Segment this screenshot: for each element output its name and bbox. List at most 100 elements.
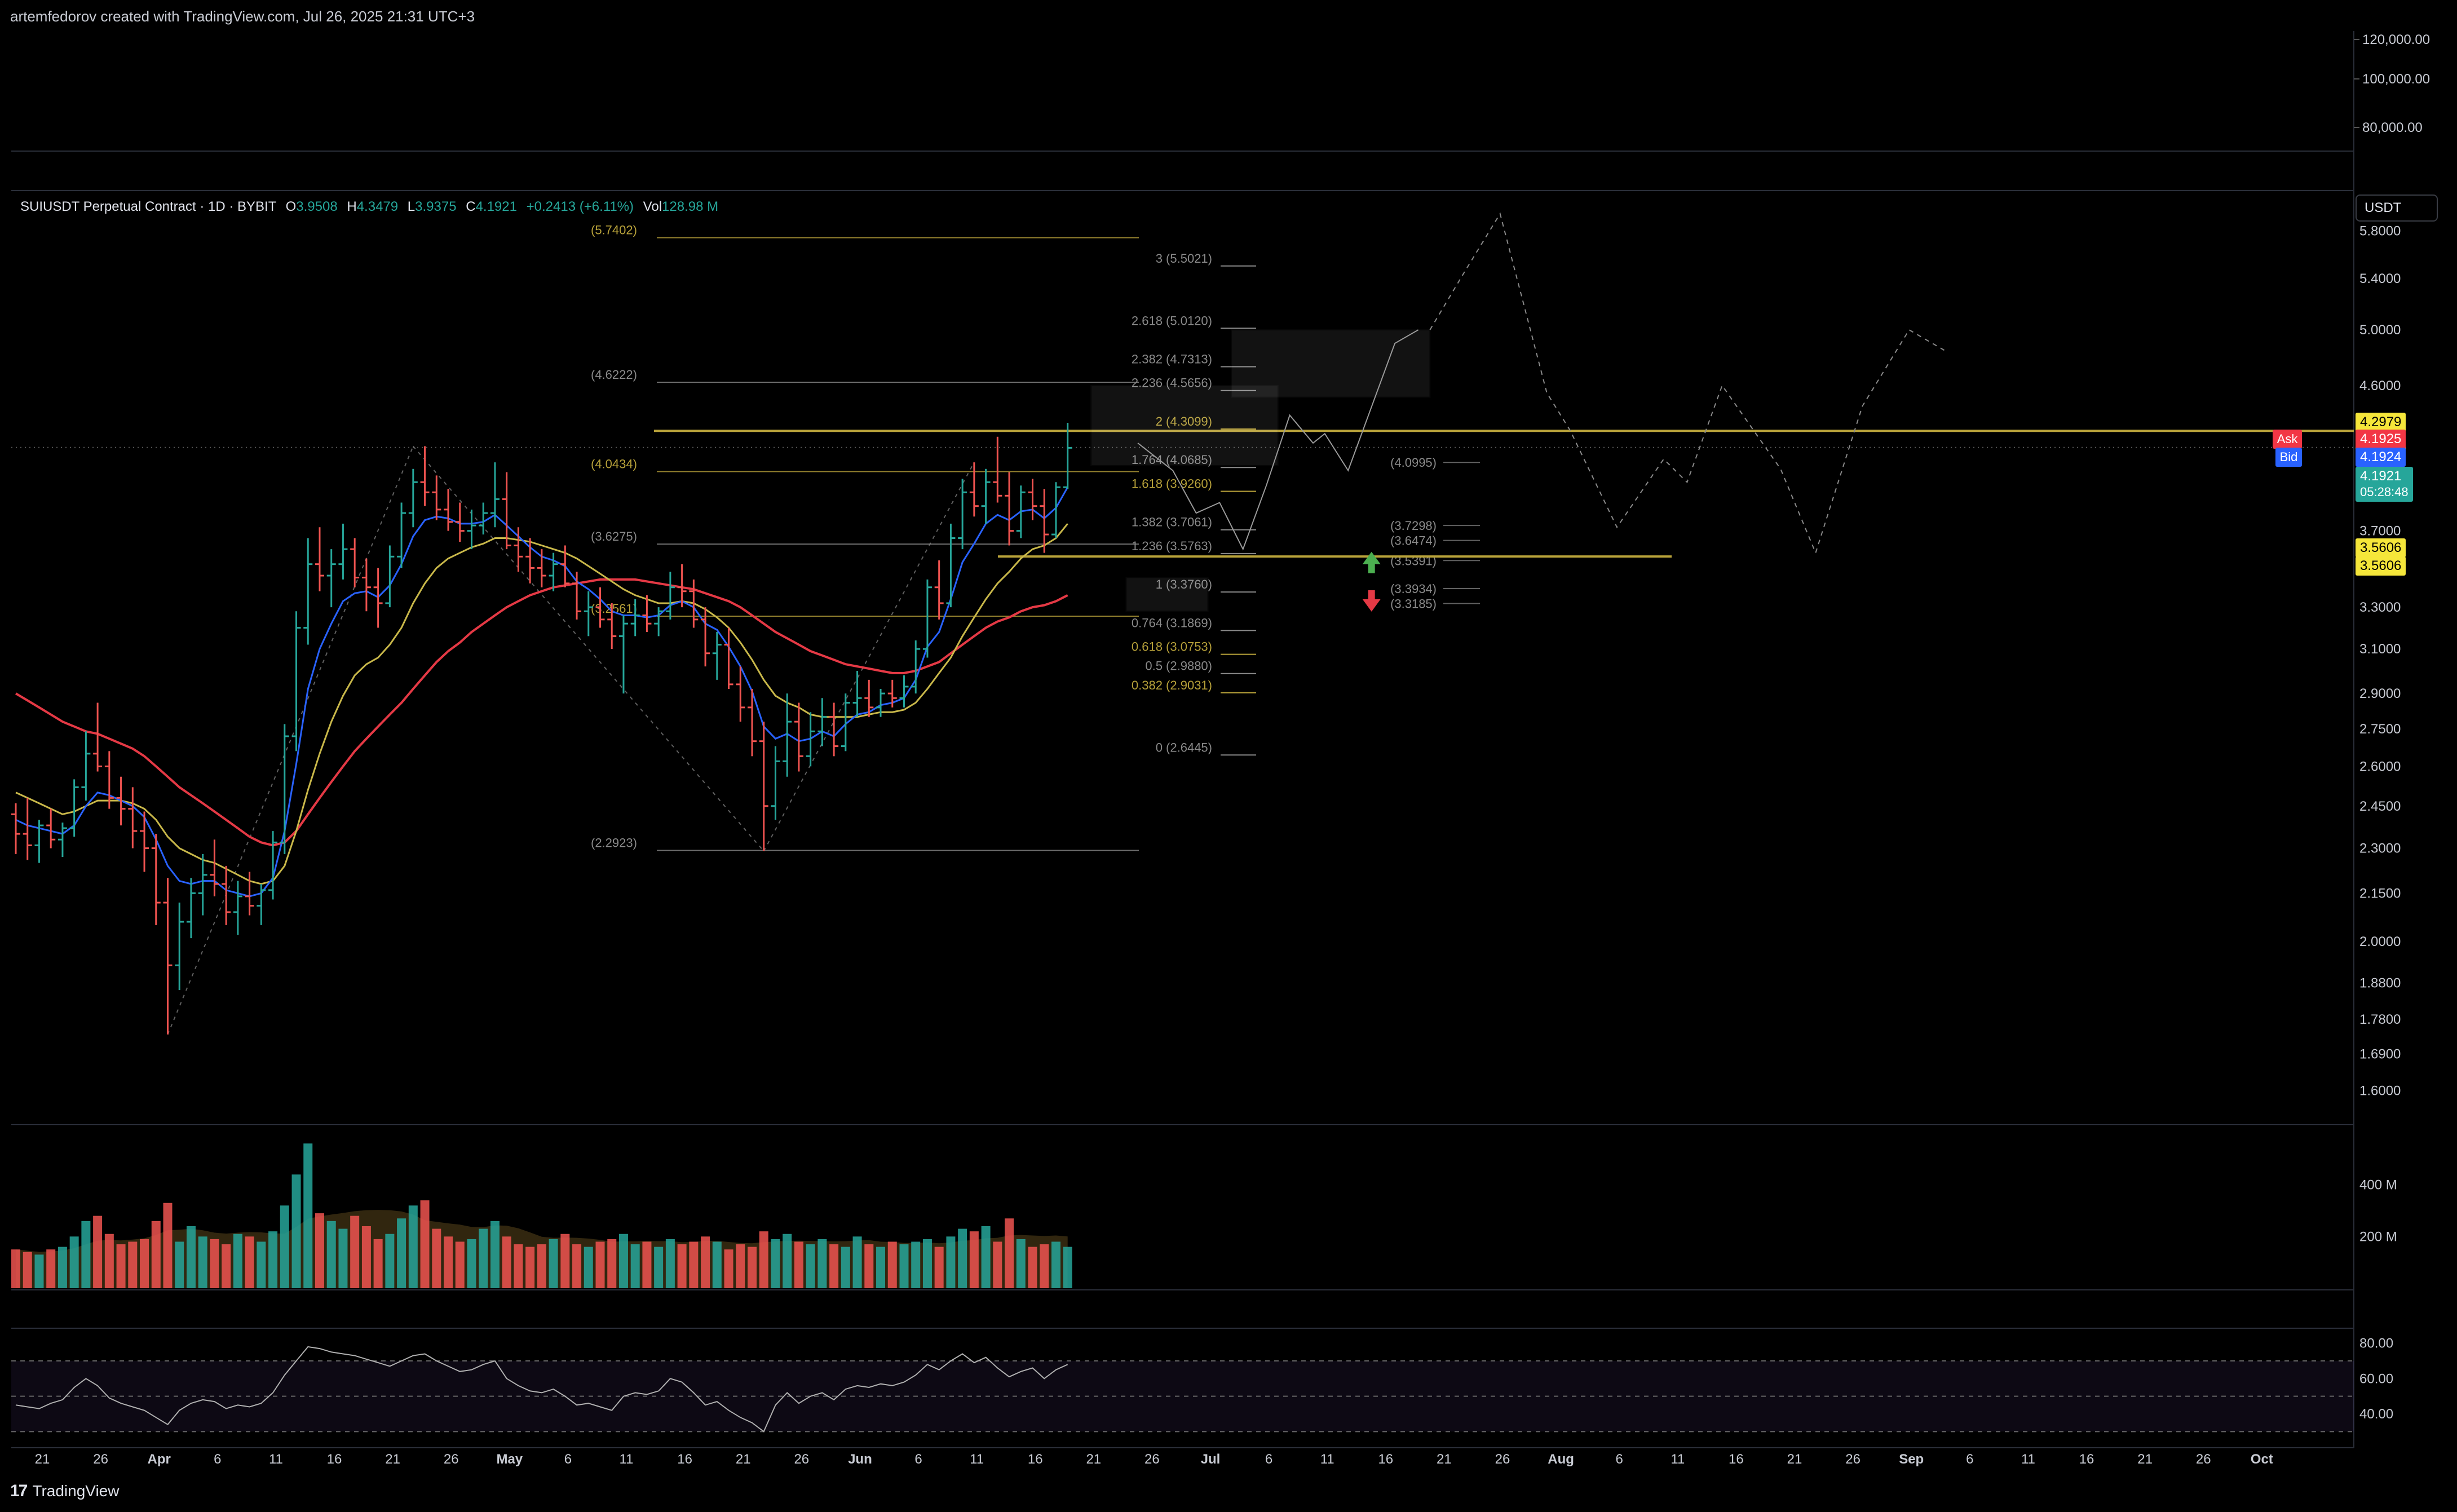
price-tag-last: 4.1921 05:28:48	[2356, 466, 2413, 502]
price-tag-value: 3.5606	[2360, 558, 2402, 574]
tradingview-logo[interactable]: 17 TradingView	[10, 1482, 119, 1501]
volume-bar	[69, 1236, 79, 1288]
price-axis-label: 2.4500	[2359, 799, 2401, 814]
time-axis-label: Aug	[1548, 1452, 1574, 1467]
time-axis-label: 16	[1729, 1452, 1744, 1467]
price-axis-label: 2.1500	[2359, 886, 2401, 901]
time-axis-label: 16	[327, 1452, 342, 1467]
fib-extension-label: 2.618 (5.0120)	[1132, 313, 1212, 328]
fib-retracement-label: (4.6222)	[591, 368, 637, 382]
rsi-band	[11, 1361, 2354, 1432]
volume-bar	[479, 1228, 488, 1288]
volume-bar	[724, 1249, 733, 1288]
volume-bar	[408, 1205, 418, 1288]
volume-bar	[584, 1246, 593, 1288]
time-axis-label: 16	[2079, 1452, 2094, 1467]
volume-bar	[993, 1241, 1002, 1288]
time-axis-label: 21	[1787, 1452, 1802, 1467]
top-scale-label: 80,000.00	[2362, 120, 2423, 135]
volume-bar	[783, 1234, 792, 1288]
time-axis-label: 16	[677, 1452, 692, 1467]
volume-bar	[104, 1234, 114, 1288]
chart-canvas[interactable]: 120,000.00 100,000.00 80,000.00 5.8000 5.400…	[0, 0, 2457, 1512]
volume-bar	[151, 1221, 161, 1288]
price-axis-label: 3.7000	[2359, 524, 2401, 539]
time-axis-label: 26	[1845, 1452, 1861, 1467]
volume-bar	[444, 1236, 453, 1288]
time-axis-label: 6	[1616, 1452, 1623, 1467]
volume-bar	[280, 1205, 289, 1288]
fib-extension-label: 1.382 (3.7061)	[1132, 515, 1212, 529]
tradingview-logo-text: TradingView	[32, 1482, 120, 1500]
price-axis-label: 2.6000	[2359, 759, 2401, 774]
fib-extension-label: 3 (5.5021)	[1156, 251, 1212, 266]
fib-extension-label: 0.618 (3.0753)	[1132, 640, 1212, 654]
trend-line-up	[167, 446, 414, 1035]
price-axis-label: 1.6000	[2359, 1083, 2401, 1098]
time-axis-label: Sep	[1899, 1452, 1924, 1467]
volume-bar	[654, 1246, 664, 1288]
time-axis-label: 16	[1378, 1452, 1393, 1467]
volume-bar	[981, 1226, 991, 1288]
volume-bar	[572, 1244, 582, 1288]
time-axis-label: 21	[736, 1452, 751, 1467]
price-axis-label: 5.0000	[2359, 322, 2401, 338]
price-axis-label: 5.4000	[2359, 271, 2401, 286]
fib-extension-label: 0 (2.6445)	[1156, 740, 1212, 754]
fib-retracement-label: (3.2561)	[591, 602, 637, 616]
time-axis-label: 21	[1437, 1452, 1452, 1467]
volume-bar	[899, 1244, 909, 1288]
volume-bar	[560, 1234, 570, 1288]
fib-extension-label: 1.618 (3.9260)	[1132, 476, 1212, 490]
volume-bar	[23, 1252, 32, 1288]
ema-slow-line	[15, 578, 1068, 847]
volume-bar	[934, 1246, 944, 1288]
volume-bar	[315, 1213, 324, 1288]
volume-bar	[630, 1244, 640, 1288]
time-axis-label: 21	[2137, 1452, 2153, 1467]
time-axis-label: 26	[1495, 1452, 1510, 1467]
fib-extension-label: 0.5 (2.9880)	[1145, 659, 1212, 673]
price-tag-value: 4.2979	[2360, 414, 2402, 430]
volume-bar	[642, 1241, 652, 1288]
volume-bar	[841, 1246, 850, 1288]
volume-bar	[887, 1241, 897, 1288]
price-axis-label: 2.3000	[2359, 841, 2401, 856]
fib-extension-label: 2.382 (4.7313)	[1132, 352, 1212, 366]
volume-axis-label: 400 M	[2359, 1178, 2397, 1193]
volume-bar	[432, 1228, 441, 1288]
price-tag-prefix: Ask	[2272, 429, 2303, 449]
volume-bar	[245, 1236, 254, 1288]
volume-bar	[607, 1239, 617, 1288]
time-axis-label: 21	[385, 1452, 400, 1467]
tradingview-logo-mark: 17	[10, 1482, 28, 1500]
price-tag-value: 3.5606	[2360, 540, 2402, 556]
price-axis-label: 2.7500	[2359, 722, 2401, 737]
volume-bar	[736, 1244, 745, 1288]
volume-bar	[759, 1231, 768, 1288]
trend-line-down	[413, 445, 765, 852]
volume-bar	[58, 1246, 67, 1288]
time-axis-label: 21	[1086, 1452, 1101, 1467]
volume-bar	[128, 1241, 138, 1288]
price-axis-label: 2.9000	[2359, 686, 2401, 701]
volume-bar	[969, 1231, 979, 1288]
volume-bar	[163, 1202, 173, 1288]
volume-bar	[350, 1215, 360, 1288]
volume-bar	[618, 1234, 628, 1288]
price-axis-label: 1.8800	[2359, 975, 2401, 991]
price-axis-label: 2.0000	[2359, 934, 2401, 949]
volume-bar	[817, 1239, 827, 1288]
volume-bar	[712, 1241, 722, 1288]
projection-path-dashed	[1429, 212, 1945, 555]
time-axis-label: Jul	[1201, 1452, 1221, 1467]
time-axis-label: 21	[35, 1452, 50, 1467]
volume-bar	[420, 1200, 430, 1288]
volume-bar	[175, 1241, 184, 1288]
price-axis-label: 3.1000	[2359, 642, 2401, 657]
volume-bar	[467, 1239, 476, 1288]
volume-bar	[701, 1236, 710, 1288]
trend-line-up-2	[763, 462, 975, 852]
small-fib-label: (3.3934)	[1390, 582, 1437, 596]
time-axis-label: Jun	[848, 1452, 872, 1467]
